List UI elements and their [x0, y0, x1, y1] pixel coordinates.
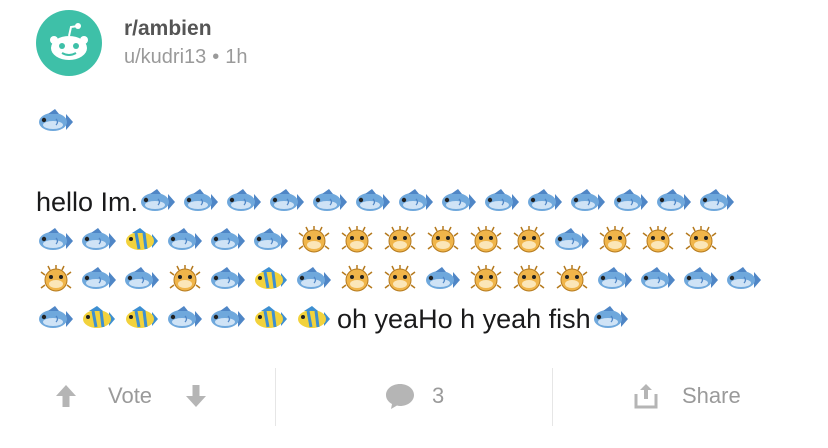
blowfish-emoji-icon — [423, 225, 463, 256]
blowfish-emoji-icon — [294, 225, 334, 256]
blowfish-emoji-icon — [337, 264, 377, 295]
post-time: 1h — [225, 46, 248, 68]
fish-emoji-icon — [36, 107, 76, 137]
post-line-4: oh yeaHo h yeah fish — [36, 299, 806, 338]
blowfish-emoji-icon — [638, 225, 678, 256]
fish-emoji-icon — [208, 226, 248, 256]
fish-emoji-icon — [353, 187, 393, 217]
fish-emoji-icon — [122, 265, 162, 295]
blowfish-emoji-icon — [165, 264, 205, 295]
blowfish-emoji-icon — [466, 225, 506, 256]
blowfish-emoji-icon — [466, 264, 506, 295]
post-text-middle: oh yeaHo h yeah fish — [337, 303, 591, 334]
fish-emoji-icon — [724, 265, 764, 295]
post-title — [36, 102, 79, 141]
subreddit-avatar[interactable] — [36, 10, 102, 76]
fish-emoji-icon — [396, 187, 436, 217]
post-actions: Vote 3 Share — [0, 360, 828, 432]
fish-emoji-icon — [294, 265, 334, 295]
post-line-2 — [36, 221, 806, 260]
fish-emoji-icon — [208, 265, 248, 295]
post-line-3 — [36, 260, 806, 299]
fish-emoji-icon — [638, 265, 678, 295]
fish-emoji-icon — [224, 187, 264, 217]
fish-emoji-icon — [595, 265, 635, 295]
fish-emoji-icon — [552, 226, 592, 256]
upvote-arrow-icon[interactable] — [54, 383, 78, 409]
footer-divider — [275, 368, 276, 426]
comment-count: 3 — [432, 383, 445, 408]
fish-emoji-icon — [310, 187, 350, 217]
post-line-1: hello Im. — [36, 182, 806, 221]
fish-emoji-icon — [251, 226, 291, 256]
tropical-fish-emoji-icon — [122, 226, 162, 256]
fish-emoji-icon — [208, 304, 248, 334]
tropical-fish-emoji-icon — [251, 304, 291, 334]
vote-label: Vote — [108, 383, 153, 408]
blowfish-emoji-icon — [509, 225, 549, 256]
reddit-alien-icon — [50, 23, 88, 60]
fish-emoji-icon — [138, 187, 178, 217]
share-button[interactable]: Share — [632, 360, 741, 432]
blowfish-emoji-icon — [509, 264, 549, 295]
fish-emoji-icon — [36, 226, 76, 256]
fish-emoji-icon — [681, 265, 721, 295]
byline-separator: • — [212, 46, 220, 68]
fish-emoji-icon — [482, 187, 522, 217]
fish-emoji-icon — [591, 304, 631, 334]
share-label: Share — [682, 383, 741, 408]
fish-emoji-icon — [654, 187, 694, 217]
comment-bubble-icon — [384, 382, 416, 410]
fish-emoji-icon — [568, 187, 608, 217]
downvote-arrow-icon[interactable] — [184, 383, 208, 409]
fish-emoji-icon — [79, 226, 119, 256]
post-byline: u/kudri13 • 1h — [124, 44, 248, 70]
fish-emoji-icon — [611, 187, 651, 217]
fish-emoji-icon — [439, 187, 479, 217]
post-header: r/ambien u/kudri13 • 1h — [36, 8, 248, 78]
blowfish-emoji-icon — [380, 264, 420, 295]
fish-emoji-icon — [165, 304, 205, 334]
fish-emoji-icon — [423, 265, 463, 295]
tropical-fish-emoji-icon — [79, 304, 119, 334]
fish-emoji-icon — [79, 265, 119, 295]
post-meta: r/ambien u/kudri13 • 1h — [124, 16, 248, 70]
blowfish-emoji-icon — [552, 264, 592, 295]
post-text-start: hello Im. — [36, 186, 139, 217]
fish-emoji-icon — [36, 304, 76, 334]
username[interactable]: u/kudri13 — [124, 46, 206, 68]
fish-emoji-icon — [181, 187, 221, 217]
emoji-line — [36, 102, 79, 141]
vote-section: Vote — [54, 360, 208, 432]
share-icon — [632, 382, 660, 410]
blowfish-emoji-icon — [36, 264, 76, 295]
tropical-fish-emoji-icon — [251, 265, 291, 295]
blowfish-emoji-icon — [681, 225, 721, 256]
tropical-fish-emoji-icon — [294, 304, 334, 334]
fish-emoji-icon — [525, 187, 565, 217]
tropical-fish-emoji-icon — [122, 304, 162, 334]
comments-button[interactable]: 3 — [384, 360, 444, 432]
fish-emoji-icon — [267, 187, 307, 217]
subreddit-name[interactable]: r/ambien — [124, 16, 248, 42]
fish-emoji-icon — [165, 226, 205, 256]
post-body: hello Im. oh yeaHo h yeah fish — [36, 182, 806, 338]
blowfish-emoji-icon — [337, 225, 377, 256]
footer-divider — [552, 368, 553, 426]
blowfish-emoji-icon — [595, 225, 635, 256]
fish-emoji-icon — [697, 187, 737, 217]
blowfish-emoji-icon — [380, 225, 420, 256]
